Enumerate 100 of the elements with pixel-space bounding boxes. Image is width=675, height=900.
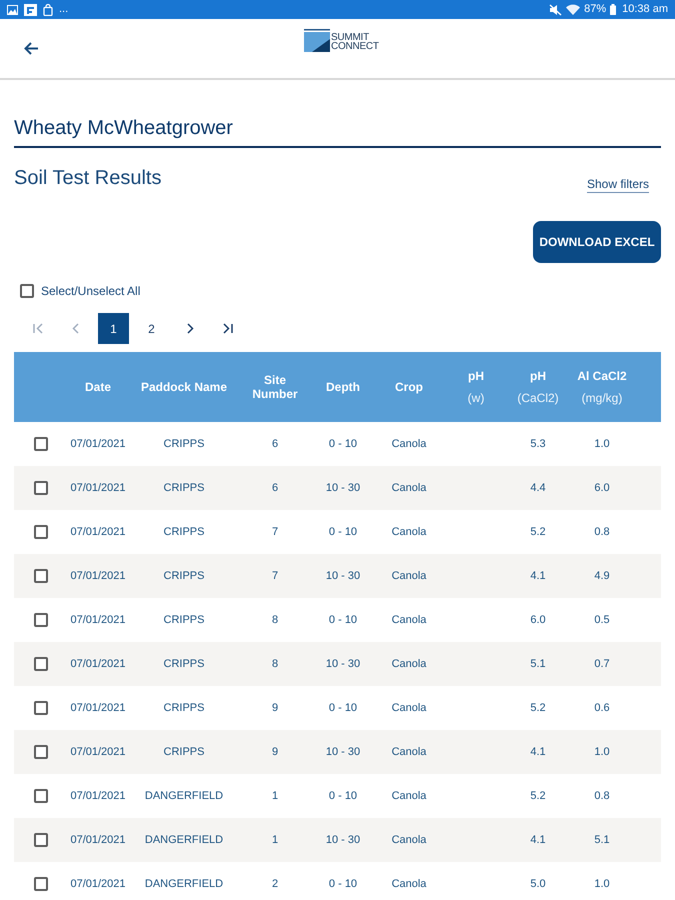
back-arrow-icon <box>24 42 38 55</box>
table-cell-text: 0.8 <box>594 788 610 804</box>
row-checkbox[interactable] <box>34 525 48 539</box>
column-header: Date <box>84 380 111 394</box>
table-cell-text: Canola <box>392 568 426 584</box>
column-header: Site Number <box>251 373 299 401</box>
table-cell-text: CRIPPS <box>164 612 204 628</box>
table-cell-text: 7 <box>272 568 278 584</box>
table-cell-text: 5.1 <box>530 656 546 672</box>
battery-level: 87% <box>584 4 606 15</box>
table-cell-text: 4.1 <box>530 744 546 760</box>
table-cell-text: 6 <box>272 436 278 452</box>
row-checkbox[interactable] <box>34 437 48 451</box>
table-cell-text: Canola <box>392 700 426 716</box>
logo-mark-icon <box>304 29 330 52</box>
table-cell-text: 10 - 30 <box>326 744 360 760</box>
table-cell-text: 9 <box>272 744 278 760</box>
more-notifications: ... <box>59 4 68 15</box>
column-unit: (CaCl2) <box>517 391 559 405</box>
table-cell-text: 0 - 10 <box>328 876 358 892</box>
table-cell-text: 0 - 10 <box>328 612 358 628</box>
wifi-icon <box>566 4 580 15</box>
table-cell-text: CRIPPS <box>164 524 204 540</box>
page-button[interactable]: 1 <box>98 313 129 344</box>
table-cell-text: 4.1 <box>530 568 546 584</box>
table-cell-text: Canola <box>392 744 426 760</box>
column-header: pH <box>468 369 484 383</box>
table-cell-text: 07/01/2021 <box>70 700 126 716</box>
column-unit: (w) <box>468 391 484 405</box>
table-cell-text: 6 <box>272 480 278 496</box>
column-header: Al CaCl2 <box>577 369 627 383</box>
row-checkbox[interactable] <box>34 877 48 891</box>
table-cell-text: 7 <box>272 524 278 540</box>
table-cell-text: 5.2 <box>530 788 546 804</box>
mute-icon <box>549 4 562 16</box>
table-cell-text: 0.7 <box>594 656 610 672</box>
table-cell-text: 5.0 <box>530 876 546 892</box>
row-checkbox[interactable] <box>34 613 48 627</box>
select-all-checkbox[interactable] <box>20 284 34 298</box>
table-cell-text: 2 <box>272 876 278 892</box>
table-cell-text: 6.0 <box>594 480 610 496</box>
table-cell-text: Canola <box>392 788 426 804</box>
table-cell-text: Canola <box>392 612 426 628</box>
table-cell-text: Canola <box>392 524 426 540</box>
page-button[interactable]: 2 <box>136 313 167 344</box>
table-cell-text: Canola <box>392 876 426 892</box>
battery-icon <box>610 4 616 15</box>
logo-text: CONNECT <box>331 42 379 51</box>
app-icon <box>24 4 37 16</box>
table-cell-text: 07/01/2021 <box>70 480 126 496</box>
table-cell-text: 1.0 <box>594 744 610 760</box>
table-cell-text: CRIPPS <box>164 656 204 672</box>
table-cell-text: 07/01/2021 <box>70 788 126 804</box>
table-cell-text: 10 - 30 <box>326 832 360 848</box>
download-excel-button[interactable]: DOWNLOAD EXCEL <box>533 221 661 263</box>
row-checkbox[interactable] <box>34 701 48 715</box>
table-cell-text: 0.5 <box>594 612 610 628</box>
row-checkbox[interactable] <box>34 569 48 583</box>
table-cell-text: Canola <box>392 480 426 496</box>
column-unit: (mg/kg) <box>582 391 622 405</box>
table-cell-text: 0.8 <box>594 524 610 540</box>
table-cell-text: 0 - 10 <box>328 788 358 804</box>
row-checkbox[interactable] <box>34 833 48 847</box>
table-cell-text: 07/01/2021 <box>70 524 126 540</box>
table-cell-text: CRIPPS <box>164 744 204 760</box>
table-cell-text: 10 - 30 <box>326 568 360 584</box>
table-cell-text: 4.9 <box>594 568 610 584</box>
table-cell-text: 07/01/2021 <box>70 832 126 848</box>
table-cell-text: 1.0 <box>594 876 610 892</box>
table-cell-text: 4.1 <box>530 832 546 848</box>
table-cell-text: 10 - 30 <box>326 656 360 672</box>
table-cell-text: CRIPPS <box>164 568 204 584</box>
chevron-left-icon <box>70 322 82 335</box>
table-cell-text: 07/01/2021 <box>70 656 126 672</box>
table-cell-text: 07/01/2021 <box>70 568 126 584</box>
select-all-label[interactable]: Select/Unselect All <box>41 282 140 300</box>
column-header: Depth <box>326 380 360 394</box>
logo-text: SUMMIT <box>331 33 369 42</box>
bag-icon <box>43 4 53 16</box>
table-cell-text: Canola <box>392 436 426 452</box>
table-cell-text: 8 <box>272 656 278 672</box>
column-header: pH <box>530 369 546 383</box>
table-cell-text: 1 <box>272 832 278 848</box>
table-cell-text: CRIPPS <box>164 700 204 716</box>
show-filters-link[interactable]: Show filters <box>586 177 649 193</box>
table-cell-text: 5.2 <box>530 700 546 716</box>
row-checkbox[interactable] <box>34 481 48 495</box>
table-cell-text: 0.6 <box>594 700 610 716</box>
table-cell-text: DANGERFIELD <box>144 788 224 804</box>
grower-name: Wheaty McWheatgrower <box>14 116 234 141</box>
table-cell-text: 9 <box>272 700 278 716</box>
row-checkbox[interactable] <box>34 789 48 803</box>
table-cell-text: 07/01/2021 <box>70 744 126 760</box>
row-checkbox[interactable] <box>34 657 48 671</box>
table-cell-text: Canola <box>392 656 426 672</box>
clock-time: 10:38 am <box>622 4 668 15</box>
table-cell-text: 5.1 <box>594 832 610 848</box>
row-checkbox[interactable] <box>34 745 48 759</box>
table-cell-text: 5.2 <box>530 524 546 540</box>
column-header: Crop <box>395 380 423 394</box>
